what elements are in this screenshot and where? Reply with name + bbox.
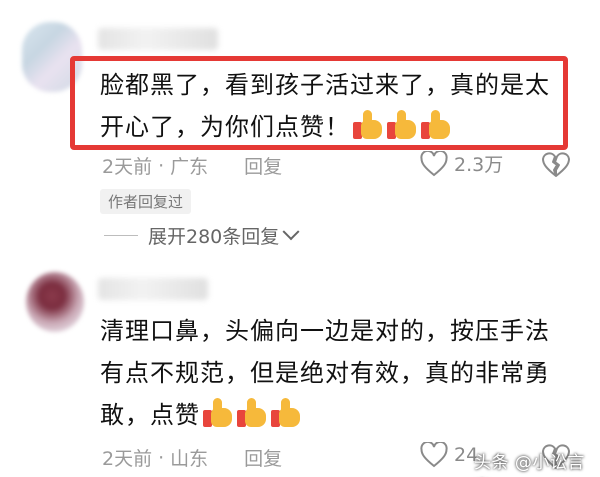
comment-meta-1: 2天前 · 广东 回复 [102, 152, 282, 179]
expand-replies-button[interactable]: 展开280条回复 [104, 222, 300, 249]
reply-button[interactable]: 回复 [244, 152, 282, 179]
comment-body-2: 清理口鼻，头偏向一边是对的，按压手法有点不规范，但是绝对有效，真的非常勇敢，点赞 [100, 317, 550, 429]
username-blurred-1[interactable] [98, 28, 218, 50]
thumbs-up-emoji [420, 110, 452, 140]
divider-line [104, 235, 138, 236]
broken-heart-icon[interactable] [541, 151, 571, 179]
like-button[interactable]: 2.3万 [420, 150, 503, 177]
chevron-down-icon [282, 222, 300, 240]
thumbs-up-emoji [236, 398, 268, 428]
heart-outline-icon[interactable] [420, 150, 448, 177]
comment-meta-2: 2天前 · 山东 回复 [102, 444, 282, 471]
comment-location: 广东 [170, 156, 209, 178]
watermark: 头条 @小讼言案 [474, 453, 585, 473]
thumbs-up-emoji [386, 110, 418, 140]
comment-location: 山东 [170, 448, 209, 470]
heart-outline-icon[interactable] [420, 442, 448, 468]
thumbs-up-emoji [352, 110, 384, 140]
thumbs-up-emoji-group [202, 398, 302, 428]
reply-button[interactable]: 回复 [244, 444, 282, 471]
comment-time: 2天前 [102, 156, 153, 178]
thumbs-up-emoji [202, 398, 234, 428]
username-blurred-2[interactable] [98, 278, 208, 300]
avatar-commenter-2[interactable] [26, 272, 84, 332]
author-replied-badge: 作者回复过 [100, 189, 192, 214]
expand-replies-label: 展开280条回复 [148, 226, 280, 248]
like-count: 2.3万 [454, 154, 504, 176]
comment-time: 2天前 [102, 448, 153, 470]
like-button[interactable]: 24 [420, 442, 478, 468]
thumbs-up-emoji [270, 398, 302, 428]
comment-text-1: 脸都黑了，看到孩子活过来了，真的是太开心了，为你们点赞！ [100, 64, 560, 148]
comment-text-2: 清理口鼻，头偏向一边是对的，按压手法有点不规范，但是绝对有效，真的非常勇敢，点赞 [100, 310, 570, 436]
thumbs-up-emoji-group [352, 110, 452, 140]
comment-body-1: 脸都黑了，看到孩子活过来了，真的是太开心了，为你们点赞！ [100, 71, 550, 141]
